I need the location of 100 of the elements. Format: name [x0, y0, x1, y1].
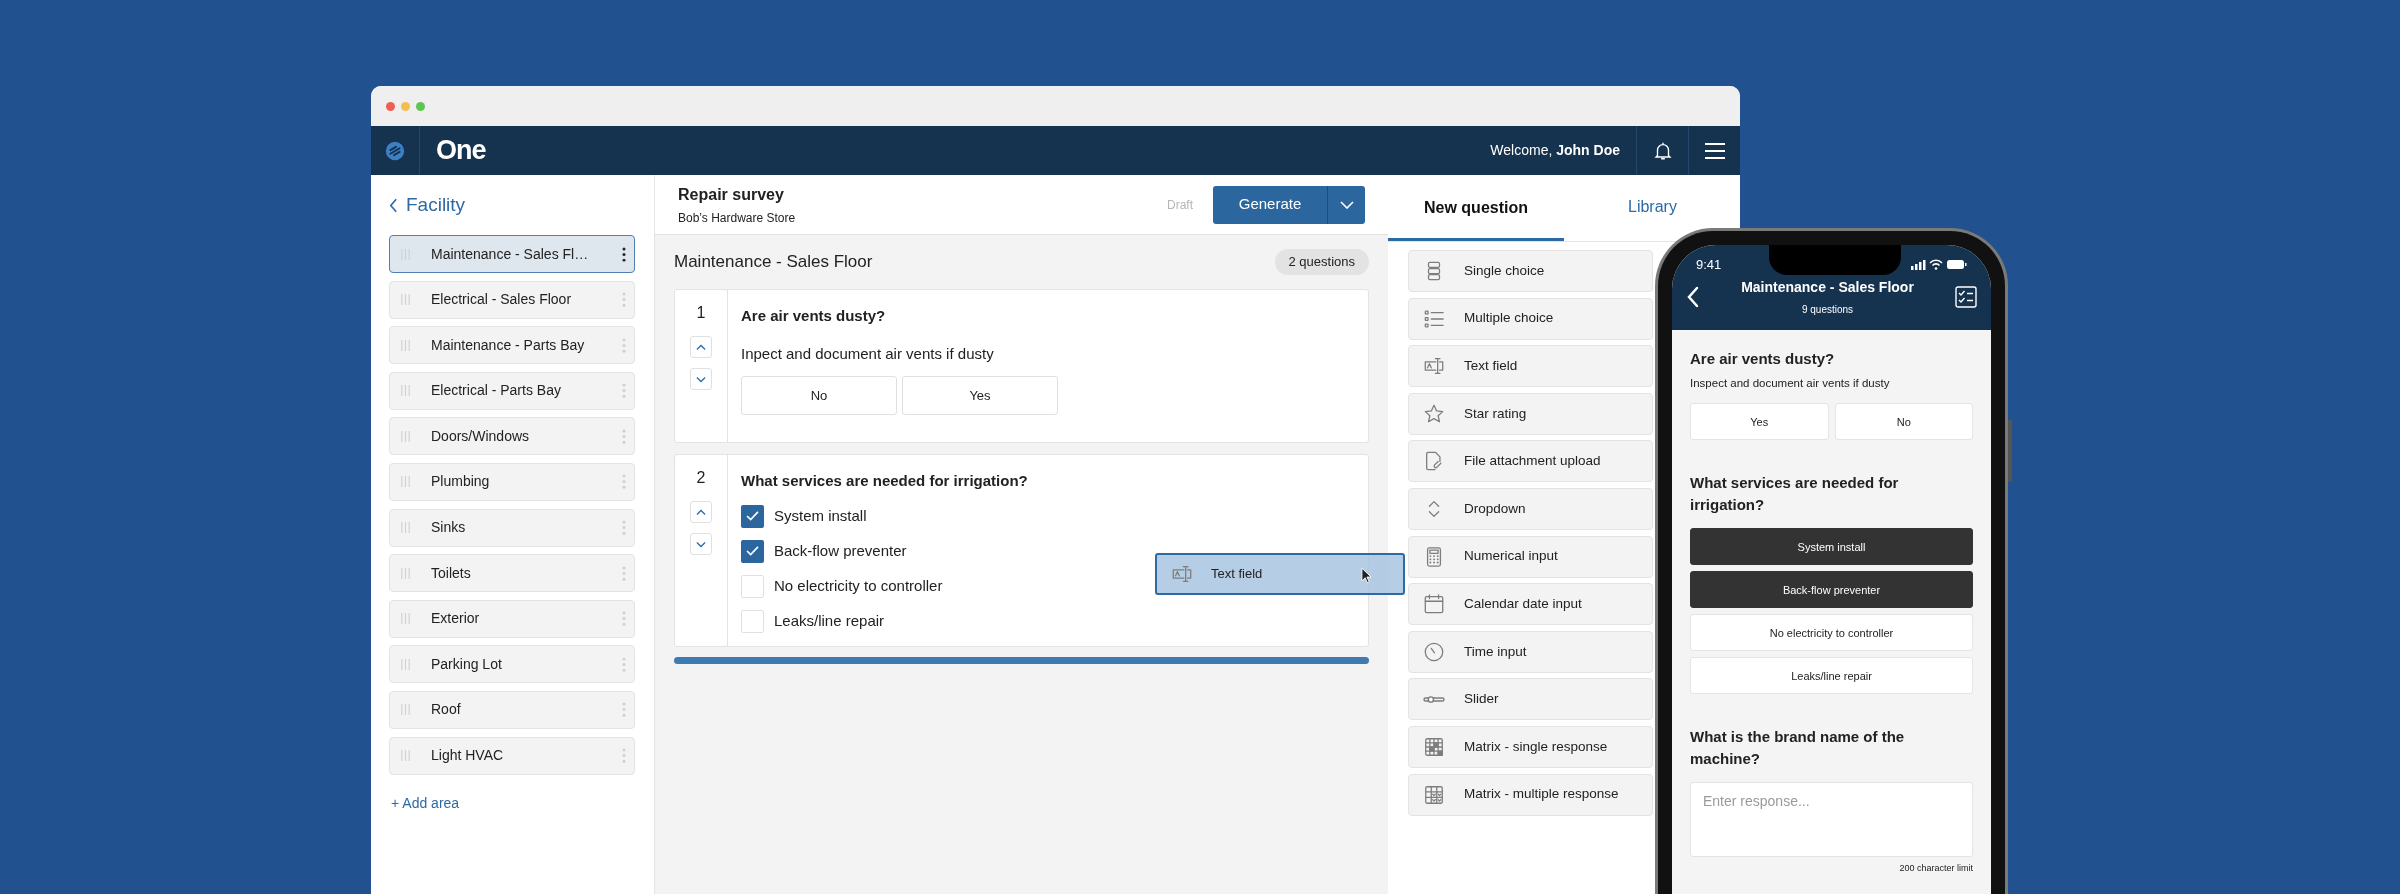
- checklist-icon[interactable]: [1955, 286, 1977, 308]
- area-label: Sinks: [431, 518, 467, 538]
- area-item[interactable]: Parking Lot: [389, 645, 635, 684]
- question-type-item[interactable]: Numerical input: [1408, 535, 1653, 578]
- drag-handle-icon[interactable]: [400, 612, 411, 626]
- area-item[interactable]: Doors/Windows: [389, 417, 635, 456]
- checkbox[interactable]: [741, 609, 764, 633]
- area-label: Maintenance - Parts Bay: [431, 335, 586, 355]
- brand-name: One: [436, 134, 486, 168]
- answer-button[interactable]: No: [741, 376, 897, 415]
- generate-button[interactable]: Generate: [1213, 185, 1327, 224]
- checkbox[interactable]: [741, 504, 764, 528]
- option-button[interactable]: No electricity to controller: [1690, 614, 1973, 652]
- tab[interactable]: Library: [1620, 182, 1685, 232]
- area-item[interactable]: Plumbing: [389, 462, 635, 501]
- area-item[interactable]: Maintenance - Sales Fl…: [389, 235, 635, 273]
- question-type-item[interactable]: Single choice: [1408, 250, 1653, 292]
- phone-subtitle: 9 questions: [1801, 303, 1854, 317]
- question-description: Inspect and document air vents if dusty: [1690, 376, 1891, 391]
- area-label: Toilets: [431, 563, 472, 583]
- checkbox[interactable]: [741, 539, 764, 563]
- option-button[interactable]: Back-flow preventer: [1690, 571, 1973, 609]
- area-item[interactable]: Toilets: [389, 554, 635, 593]
- question-type-label: Single choice: [1464, 261, 1545, 280]
- chevron-left-icon: [389, 197, 398, 213]
- tab[interactable]: New question: [1388, 175, 1564, 241]
- area-item[interactable]: Sinks: [389, 508, 635, 547]
- question-type-item[interactable]: Matrix - single response: [1408, 725, 1653, 768]
- answer-button[interactable]: Yes: [902, 376, 1058, 415]
- question-type-item[interactable]: Slider: [1408, 678, 1653, 721]
- back-link[interactable]: Facility: [389, 193, 635, 217]
- section-title: Maintenance - Sales Floor: [674, 251, 873, 274]
- question-type-item[interactable]: Matrix - multiple response: [1408, 773, 1653, 816]
- checkbox[interactable]: [741, 574, 764, 598]
- question-title: What is the brand name of the machine?: [1690, 727, 1906, 770]
- question-type-item[interactable]: Text field: [1408, 345, 1653, 388]
- dragged-item[interactable]: Text field: [1155, 553, 1405, 595]
- area-label: Parking Lot: [431, 654, 503, 674]
- response-field[interactable]: Enter response...: [1690, 782, 1973, 858]
- back-icon[interactable]: [1686, 286, 1700, 308]
- option-label: Back-flow preventer: [774, 540, 907, 561]
- drag-handle-icon[interactable]: [400, 247, 411, 261]
- answer-button[interactable]: No: [1834, 403, 1973, 441]
- drag-handle-icon[interactable]: [400, 749, 411, 763]
- area-item[interactable]: Roof: [389, 690, 635, 729]
- area-item[interactable]: Light HVAC: [389, 736, 635, 775]
- status-icons: [1911, 259, 1967, 270]
- question-type-item[interactable]: Star rating: [1408, 392, 1653, 435]
- calendar-icon: [1423, 593, 1445, 616]
- text-field-icon: [1171, 563, 1193, 585]
- question-type-label: Dropdown: [1464, 499, 1526, 518]
- move-up-button[interactable]: [690, 336, 712, 358]
- question-type-label: Time input: [1464, 642, 1527, 661]
- drag-handle-icon[interactable]: [400, 657, 411, 671]
- drag-handle-icon[interactable]: [400, 521, 411, 535]
- drag-handle-icon[interactable]: [400, 338, 411, 352]
- drag-handle-icon[interactable]: [400, 293, 411, 307]
- answer-button[interactable]: Yes: [1690, 403, 1829, 441]
- grid-icon: [1423, 735, 1445, 758]
- question-type-item[interactable]: Multiple choice: [1408, 297, 1653, 340]
- area-item[interactable]: Maintenance - Parts Bay: [389, 326, 635, 365]
- question-description: Inpect and document air vents if dusty: [741, 343, 995, 364]
- kebab-menu-icon[interactable]: [622, 246, 626, 262]
- question-type-label: File attachment upload: [1464, 452, 1601, 471]
- welcome-text: Welcome, John Doe: [1490, 141, 1620, 160]
- character-limit: 200 character limit: [1899, 862, 1973, 876]
- question-type-item[interactable]: Time input: [1408, 630, 1653, 673]
- question-type-item[interactable]: Calendar date input: [1408, 583, 1653, 626]
- area-label: Electrical - Sales Floor: [431, 290, 573, 310]
- add-area-link[interactable]: + Add area: [391, 792, 635, 814]
- chevron-down-icon: [695, 374, 707, 384]
- question-count: 2 questions: [1274, 249, 1369, 275]
- move-down-button[interactable]: [690, 368, 712, 390]
- drag-handle-icon[interactable]: [400, 703, 411, 717]
- question-title: Are air vents dusty?: [741, 306, 887, 326]
- area-label: Roof: [431, 700, 462, 720]
- move-up-button[interactable]: [690, 501, 712, 523]
- area-label: Doors/Windows: [431, 426, 531, 446]
- move-down-button[interactable]: [690, 533, 712, 555]
- drag-handle-icon[interactable]: [400, 566, 411, 580]
- option-button[interactable]: System install: [1690, 528, 1973, 566]
- area-item[interactable]: Electrical - Parts Bay: [389, 371, 635, 410]
- question-title: Are air vents dusty?: [1690, 349, 1836, 369]
- menu-icon[interactable]: [1703, 140, 1726, 161]
- drag-handle-icon[interactable]: [400, 384, 411, 398]
- drag-handle-icon[interactable]: [400, 429, 411, 443]
- mouse-cursor-icon: [1361, 567, 1372, 584]
- question-type-label: Matrix - multiple response: [1464, 785, 1619, 804]
- question-type-item[interactable]: File attachment upload: [1408, 440, 1653, 483]
- question-type-item[interactable]: Dropdown: [1408, 487, 1653, 530]
- caret-icon: [1339, 200, 1354, 209]
- area-item[interactable]: Electrical - Sales Floor: [389, 280, 635, 319]
- dropdown-button[interactable]: [1327, 185, 1365, 224]
- clock-text: 9:41: [1696, 255, 1722, 274]
- phone-side-button[interactable]: [2008, 420, 2012, 482]
- drag-handle-icon[interactable]: [400, 475, 411, 489]
- option-button[interactable]: Leaks/line repair: [1690, 657, 1973, 695]
- status-text: Draft: [1167, 196, 1193, 214]
- area-label: Electrical - Parts Bay: [431, 381, 562, 401]
- area-item[interactable]: Exterior: [389, 599, 635, 638]
